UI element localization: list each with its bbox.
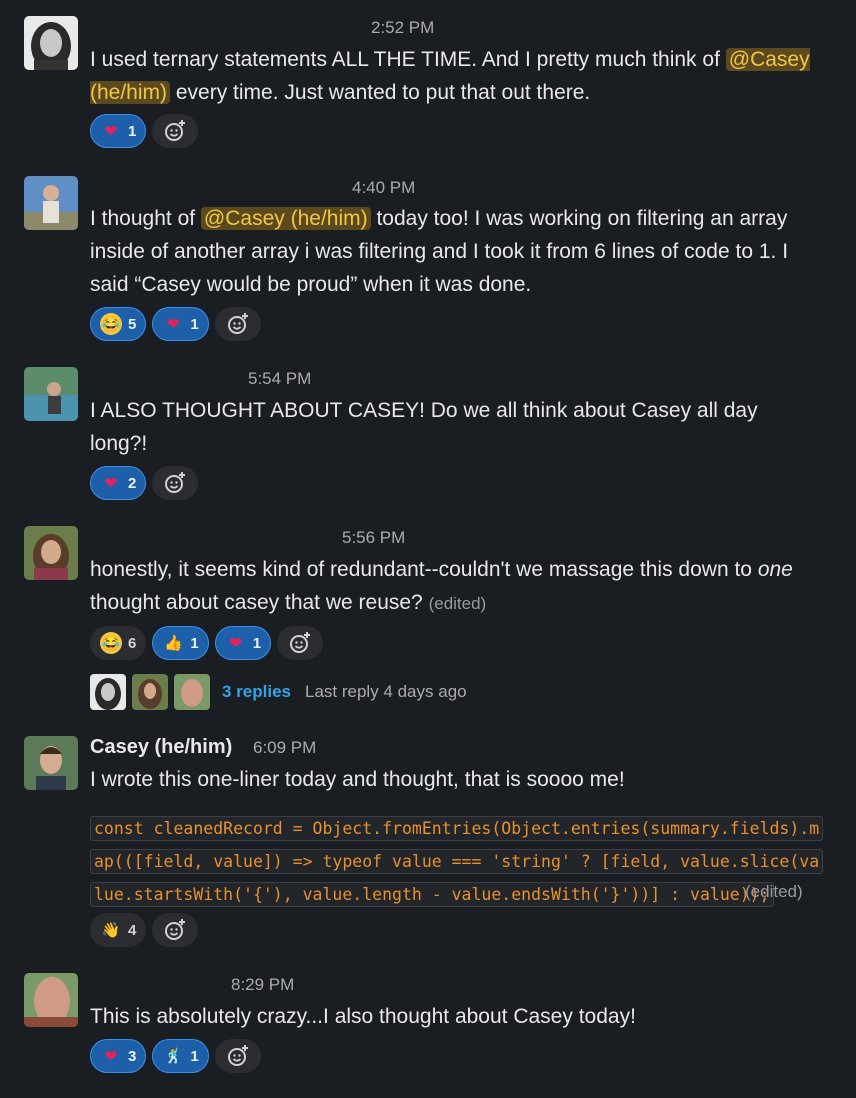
user-mention[interactable]: @Casey (he/him) [200, 207, 371, 230]
wave-icon: 👋 [101, 921, 121, 939]
reaction-heart[interactable]: ❤ 3 [90, 1039, 147, 1073]
avatar[interactable] [24, 736, 78, 790]
avatar[interactable] [24, 526, 78, 580]
message-text: I used ternary statements ALL THE TIME. … [90, 48, 810, 104]
avatar[interactable] [24, 176, 78, 230]
message-text: I ALSO THOUGHT ABOUT CASEY! Do we all th… [90, 399, 758, 455]
reaction-thumbsup[interactable]: 👍 1 [152, 626, 209, 660]
add-reaction-button[interactable] [214, 1039, 261, 1073]
add-emoji-icon [227, 1045, 248, 1066]
reaction-joy[interactable]: 😂 6 [90, 626, 147, 660]
message-text: I thought of @Casey (he/him) today too! … [90, 207, 789, 296]
timestamp[interactable]: 2:52 PM [371, 18, 434, 38]
avatar[interactable] [24, 367, 78, 421]
message-text: This is absolutely crazy...I also though… [90, 1005, 636, 1028]
joy-icon: 😂 [100, 632, 122, 654]
message-text: honestly, it seems kind of redundant--co… [90, 558, 793, 614]
heart-icon: ❤ [104, 1047, 118, 1065]
reactions: 👋 4 [90, 913, 199, 947]
add-emoji-icon [165, 919, 186, 940]
timestamp[interactable]: 8:29 PM [231, 975, 294, 995]
avatar[interactable] [24, 973, 78, 1027]
joy-icon: 😂 [100, 313, 122, 335]
thumbsup-icon: 👍 [164, 634, 183, 652]
last-reply: Last reply 4 days ago [305, 682, 467, 701]
add-reaction-button[interactable] [277, 626, 324, 660]
edited-label: (edited) [428, 594, 487, 613]
add-emoji-icon [165, 120, 186, 141]
reaction-joy[interactable]: 😂 5 [90, 307, 147, 341]
edited-label: (edited) [745, 882, 803, 901]
heart-icon: ❤ [229, 634, 242, 652]
timestamp[interactable]: 5:54 PM [248, 369, 311, 389]
dancer-icon: 🕺 [164, 1047, 183, 1065]
reaction-heart[interactable]: ❤ 1 [90, 114, 147, 148]
avatar[interactable] [24, 16, 78, 70]
heart-icon: ❤ [104, 122, 118, 140]
sender-name[interactable]: Casey (he/him) [90, 736, 232, 759]
reaction-heart[interactable]: ❤ 1 [214, 626, 272, 660]
add-reaction-button[interactable] [152, 913, 199, 947]
reactions: ❤ 3 🕺 1 [90, 1039, 261, 1073]
reactions: ❤ 2 [90, 466, 199, 500]
add-emoji-icon [227, 313, 248, 334]
thread-replies[interactable]: 3 replies Last reply 4 days ago [90, 674, 467, 710]
heart-icon: ❤ [167, 315, 180, 333]
reactions: 😂 5 ❤ 1 [90, 307, 261, 341]
reactions: 😂 6 👍 1 ❤ 1 [90, 626, 324, 660]
add-reaction-button[interactable] [152, 114, 199, 148]
timestamp[interactable]: 5:56 PM [342, 528, 405, 548]
heart-icon: ❤ [104, 474, 118, 492]
reply-avatar [90, 674, 126, 710]
add-reaction-button[interactable] [152, 466, 199, 500]
reactions: ❤ 1 [90, 114, 199, 148]
reply-avatar [132, 674, 168, 710]
message-text: I wrote this one-liner today and thought… [90, 768, 625, 791]
code-snippet: const cleanedRecord = Object.fromEntries… [90, 812, 828, 911]
reaction-dancer[interactable]: 🕺 1 [152, 1039, 209, 1073]
add-emoji-icon [165, 472, 186, 493]
reaction-heart[interactable]: ❤ 2 [90, 466, 147, 500]
timestamp[interactable]: 4:40 PM [352, 178, 415, 198]
add-emoji-icon [290, 632, 311, 653]
timestamp[interactable]: 6:09 PM [253, 738, 316, 758]
reaction-heart[interactable]: ❤ 1 [152, 307, 209, 341]
reply-avatar [174, 674, 210, 710]
replies-link[interactable]: 3 replies [222, 682, 291, 702]
reaction-wave[interactable]: 👋 4 [90, 913, 147, 947]
add-reaction-button[interactable] [214, 307, 261, 341]
